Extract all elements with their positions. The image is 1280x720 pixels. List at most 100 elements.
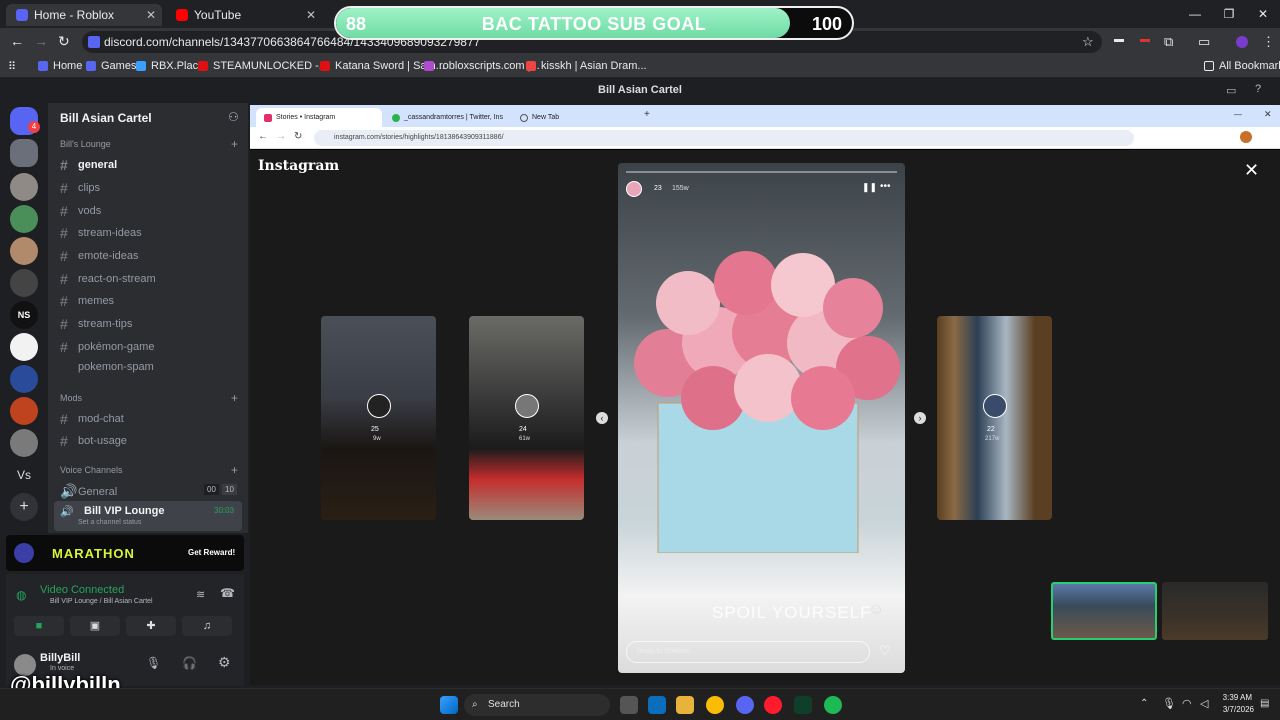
volume-icon[interactable]: ◁ [1200,697,1208,710]
add-channel-icon[interactable]: + [231,391,238,405]
browser-tab[interactable]: Home - Roblox ✕ [6,4,162,26]
headphones-icon[interactable]: 🎧 [182,656,197,670]
server-icon[interactable] [10,269,38,297]
channel-status[interactable]: Set a channel status [78,519,141,526]
category-voice[interactable]: Voice Channels [60,465,123,475]
category-lounge[interactable]: Bill's Lounge [60,139,111,149]
previous-story-icon[interactable]: ‹ [596,412,608,424]
bookmark[interactable]: Home [38,60,82,72]
server-icon[interactable] [10,205,38,233]
channel-pokemon-game[interactable]: # pokémon-game [60,339,154,355]
channel-bot-usage[interactable]: # bot-usage [60,433,127,449]
inner-tab[interactable]: New Tab [512,108,638,127]
screen-share-button[interactable]: ▣ [70,616,120,636]
story-preview[interactable]: 25 9w [321,316,436,520]
wifi-icon[interactable]: ◠ [1182,697,1192,710]
channel-stream-tips[interactable]: # stream-tips [60,316,132,332]
channel-general[interactable]: # general [60,157,117,173]
reload-icon[interactable]: ↻ [58,33,70,50]
notifications-icon[interactable]: ▤ [1260,698,1269,709]
close-window-icon[interactable]: ✕ [1246,0,1280,28]
add-channel-icon[interactable]: + [231,137,238,151]
bookmark[interactable]: Games [86,60,136,72]
help-icon[interactable]: ? [1255,83,1261,95]
chrome-icon[interactable] [706,696,724,714]
reply-input[interactable]: Reply to lilbillbae... [626,641,870,663]
task-view-icon[interactable] [620,696,638,714]
channel-vods[interactable]: # vods [60,203,101,219]
close-icon[interactable]: ✕ [306,8,316,22]
category-mods[interactable]: Mods [60,393,82,403]
channel-clips[interactable]: # clips [60,180,100,196]
channel-pokemon-spam[interactable]: pokemon-spam [78,361,154,373]
discord-icon[interactable] [736,696,754,714]
extension-icon[interactable]: ▬ [1140,34,1150,45]
server-icon[interactable]: Vs [10,461,38,489]
reload-icon[interactable]: ↻ [294,131,302,142]
camera-button[interactable]: ■ [14,616,64,636]
microphone-icon[interactable]: 🎙 [146,656,161,670]
windows-start-icon[interactable] [440,696,458,714]
next-story-icon[interactable]: › [914,412,926,424]
server-icon[interactable] [10,365,38,393]
server-icon[interactable] [10,237,38,265]
server-icon[interactable] [10,333,38,361]
bookmark[interactable]: kisskh | Asian Dram... [526,60,647,72]
story-preview[interactable]: 22 217w [937,316,1052,520]
activities-button[interactable]: ✚ [126,616,176,636]
clock-date[interactable]: 3/7/2026 [1216,705,1254,714]
profile-avatar[interactable] [1240,131,1252,143]
server-icon[interactable] [10,139,38,167]
taskbar-search[interactable]: ⌕ Search [464,694,610,716]
webcam-tile[interactable] [1162,582,1268,640]
widgets-icon[interactable] [648,696,666,714]
server-icon[interactable] [10,397,38,425]
minimize-icon[interactable]: — [1234,110,1242,119]
clock-time[interactable]: 3:39 AM [1222,693,1252,702]
channel-memes[interactable]: # memes [60,293,114,309]
extension-icon[interactable]: ▬ [1114,34,1124,45]
get-reward-button[interactable]: Get Reward! [188,548,235,557]
spotify-icon[interactable] [824,696,842,714]
forward-icon[interactable]: → [276,131,286,142]
settings-gear-icon[interactable]: ⚙ [218,654,231,671]
guild-name[interactable]: Bill Asian Cartel [60,111,152,125]
inbox-icon[interactable]: ▭ [1226,84,1236,97]
channel-emote-ideas[interactable]: # emote-ideas [60,248,139,264]
maximize-icon[interactable]: ❐ [1212,0,1246,28]
app-icon[interactable] [794,696,812,714]
close-icon[interactable]: ✕ [146,8,156,22]
channel-mod-chat[interactable]: # mod-chat [60,411,124,427]
tray-chevron-icon[interactable]: ⌃ [1140,698,1148,709]
inner-tab[interactable]: _cassandramtorres | Twitter, Ins [384,108,510,127]
active-story[interactable]: 23 155w ❚❚ ••• SPOIL YOURSELF ☺ Reply to… [618,163,905,673]
invite-icon[interactable]: ⚇ [228,110,239,124]
profile-avatar[interactable] [1236,36,1248,48]
channel-react-on-stream[interactable]: # react-on-stream [60,271,156,287]
story-preview[interactable]: 24 61w [469,316,584,520]
extensions-icon[interactable]: ⧉ [1164,34,1173,50]
bookmark[interactable]: RBX.Place [136,60,204,72]
instagram-logo[interactable]: Instagram [258,158,339,174]
add-server-icon[interactable]: + [10,493,38,521]
disconnect-icon[interactable]: ☎ [220,586,235,600]
opera-icon[interactable] [764,696,782,714]
cast-icon[interactable]: ▭ [1198,34,1210,50]
close-window-icon[interactable]: ✕ [1264,109,1272,120]
close-icon[interactable]: ✕ [1244,160,1259,181]
more-options-icon[interactable]: ••• [880,181,891,192]
bookmark[interactable]: robloxscripts.com |... [424,60,540,72]
server-icon[interactable] [10,429,38,457]
bookmark[interactable]: STEAMUNLOCKED -... [198,60,328,72]
inner-tab[interactable]: Stories • Instagram [256,108,382,127]
apps-icon[interactable]: ⠿ [8,60,16,73]
server-icon[interactable] [10,173,38,201]
soundboard-button[interactable]: ♫ [182,616,232,636]
add-tab-icon[interactable]: + [644,109,650,120]
server-icon[interactable]: NS [10,301,38,329]
voice-channel-vip[interactable]: 🔊 Bill VIP Lounge 30:03 Set a channel st… [54,501,242,531]
voice-channel-general[interactable]: 🔊 General [60,483,117,500]
back-icon[interactable]: ← [10,33,24,49]
inner-url-field[interactable]: instagram.com/stories/highlights/1813864… [314,130,1134,146]
microphone-icon[interactable]: 🎙 [1162,697,1176,710]
